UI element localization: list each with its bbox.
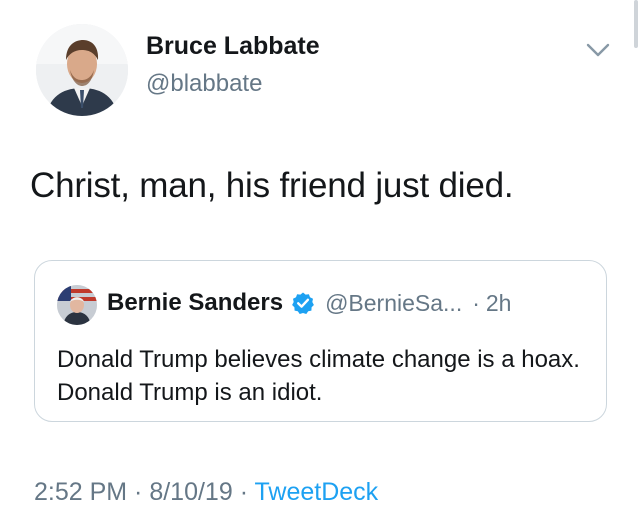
chevron-down-icon[interactable] bbox=[585, 40, 611, 60]
scrollbar[interactable] bbox=[634, 0, 638, 48]
tweet-time[interactable]: 2:52 PM bbox=[34, 478, 127, 506]
tweet-metadata: 2:52 PM · 8/10/19 · TweetDeck bbox=[34, 478, 378, 507]
quoted-handle[interactable]: @BernieSa... bbox=[325, 290, 462, 317]
quoted-tweet[interactable]: Bernie Sanders @BernieSa... · 2h Donald … bbox=[34, 260, 607, 422]
profile-photo-icon bbox=[36, 24, 128, 116]
quoted-timestamp[interactable]: 2h bbox=[486, 290, 512, 317]
separator-dot: · bbox=[472, 289, 480, 316]
profile-photo-icon bbox=[57, 285, 97, 325]
tweet-source-link[interactable]: TweetDeck bbox=[255, 478, 379, 506]
tweet-text: Christ, man, his friend just died. bbox=[30, 166, 514, 205]
separator-dot: · bbox=[232, 478, 255, 506]
author-name[interactable]: Bruce Labbate bbox=[146, 32, 320, 61]
verified-badge-icon bbox=[292, 292, 314, 314]
quoted-name[interactable]: Bernie Sanders bbox=[107, 289, 283, 317]
quoted-text: Donald Trump believes climate change is … bbox=[57, 346, 580, 406]
author-handle[interactable]: @blabbate bbox=[146, 70, 262, 98]
quoted-header: Bernie Sanders @BernieSa... · 2h bbox=[107, 289, 511, 317]
tweet-card: Bruce Labbate @blabbate Christ, man, his… bbox=[0, 0, 640, 523]
separator-dot: · bbox=[127, 478, 150, 506]
quoted-avatar[interactable] bbox=[57, 285, 97, 325]
author-avatar[interactable] bbox=[36, 24, 128, 116]
tweet-date[interactable]: 8/10/19 bbox=[149, 478, 232, 506]
